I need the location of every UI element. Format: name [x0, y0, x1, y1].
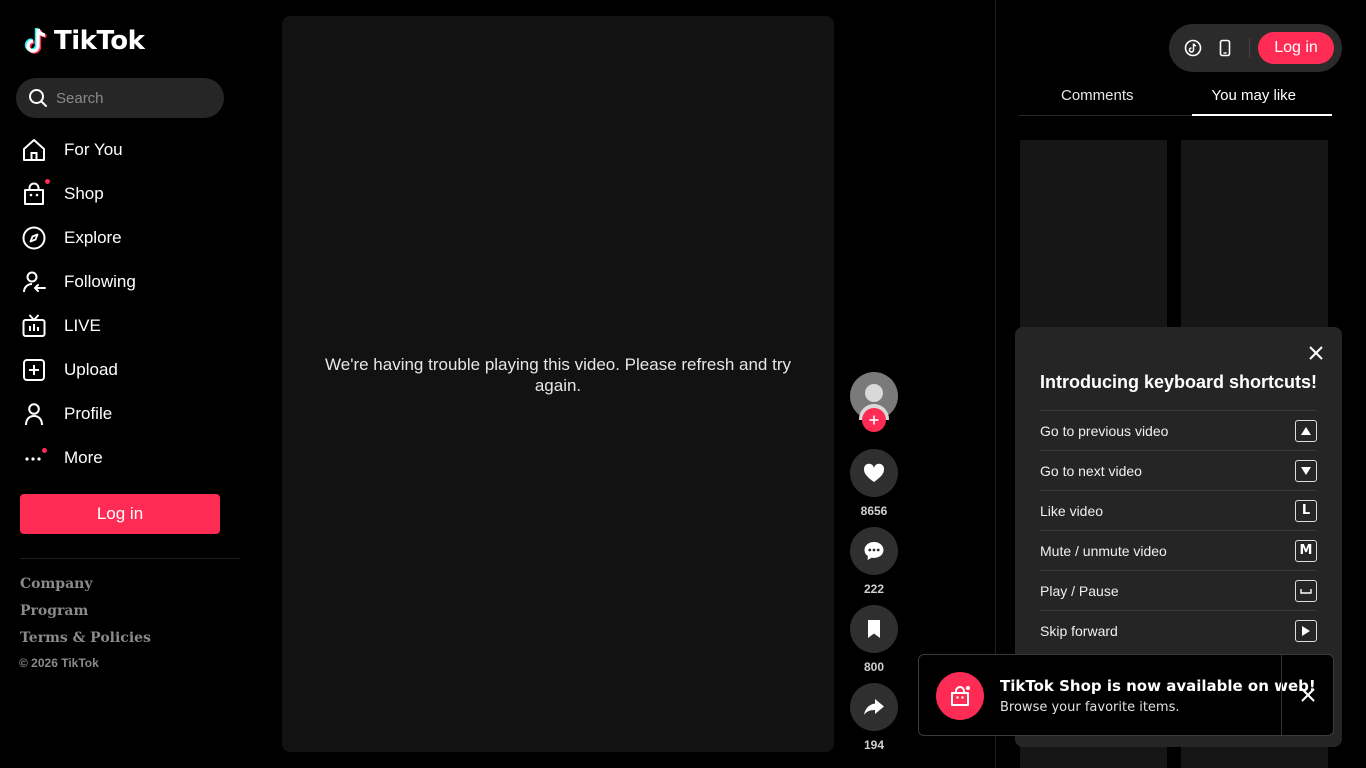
like-count: 8656	[860, 504, 888, 518]
share-count: 194	[863, 738, 885, 752]
recommended-video-thumbnail[interactable]	[1181, 140, 1328, 340]
footer-link-program[interactable]: Program	[20, 603, 151, 630]
close-icon[interactable]	[1308, 345, 1324, 361]
top-right-bar: Log in	[1169, 24, 1342, 72]
tab-you-may-like[interactable]: You may like	[1176, 80, 1333, 116]
side-tabs: Comments You may like	[1019, 80, 1332, 116]
shortcuts-list: Go to previous video Go to next video Li…	[1040, 410, 1317, 650]
save-button[interactable]	[850, 605, 898, 653]
nav-item-following[interactable]: Following	[20, 260, 230, 304]
nav-label: Shop	[64, 184, 104, 203]
like-action: 8656	[850, 449, 898, 518]
creator-avatar[interactable]	[850, 372, 898, 432]
main-nav: For You Shop Explore Following LIVE Uplo…	[20, 128, 230, 480]
close-icon[interactable]	[1300, 687, 1316, 703]
toast-subtitle: Browse your favorite items.	[1000, 700, 1180, 715]
l-key-icon: L	[1295, 499, 1317, 522]
search-box[interactable]	[16, 78, 224, 118]
like-button[interactable]	[850, 449, 898, 497]
search-input[interactable]	[56, 89, 206, 107]
comment-count: 222	[863, 582, 885, 596]
shortcut-row: Go to previous video	[1040, 410, 1317, 450]
down-arrow-key-icon	[1295, 459, 1317, 482]
copyright: © 2026 TikTok	[19, 656, 99, 670]
shortcut-row: Go to next video	[1040, 450, 1317, 490]
nav-item-more[interactable]: More	[20, 436, 230, 480]
shop-toast: TikTok Shop is now available on web! Bro…	[918, 654, 1334, 736]
shop-bag-icon	[936, 672, 984, 720]
video-actions: 8656 222 800 194	[850, 372, 898, 752]
more-dots-icon	[20, 444, 52, 472]
sidebar-divider	[20, 558, 240, 559]
live-tv-icon	[20, 312, 52, 340]
nav-label: More	[64, 448, 103, 467]
following-user-icon	[20, 268, 52, 296]
bookmark-icon	[868, 620, 880, 638]
nav-label: LIVE	[64, 316, 101, 335]
shortcut-label: Skip forward	[1040, 622, 1118, 639]
tab-comments[interactable]: Comments	[1019, 80, 1176, 115]
save-count: 800	[863, 660, 885, 674]
shortcut-label: Play / Pause	[1040, 582, 1119, 599]
toast-separator	[1281, 655, 1282, 735]
nav-label: Upload	[64, 360, 118, 379]
shortcut-label: Like video	[1040, 502, 1104, 519]
search-icon	[29, 89, 47, 107]
nav-item-live[interactable]: LIVE	[20, 304, 230, 348]
video-error-message: We're having trouble playing this video.…	[325, 355, 791, 395]
share-action: 194	[850, 683, 898, 752]
nav-item-shop[interactable]: Shop	[20, 172, 230, 216]
shop-bag-icon	[20, 179, 52, 208]
shortcuts-title: Introducing keyboard shortcuts!	[1040, 372, 1318, 392]
follow-plus-icon[interactable]	[862, 408, 886, 432]
nav-item-upload[interactable]: Upload	[20, 348, 230, 392]
profile-icon	[20, 400, 52, 428]
panel-divider	[995, 0, 996, 768]
footer-links: Company Program Terms & Policies	[20, 576, 151, 657]
comment-bubble-icon	[864, 542, 884, 560]
video-player[interactable]: We're having trouble playing this video.…	[282, 16, 834, 752]
footer-link-terms[interactable]: Terms & Policies	[20, 630, 151, 657]
nav-item-profile[interactable]: Profile	[20, 392, 230, 436]
nav-item-explore[interactable]: Explore	[20, 216, 230, 260]
nav-label: Following	[64, 272, 136, 291]
shortcut-label: Mute / unmute video	[1040, 542, 1167, 559]
up-arrow-key-icon	[1295, 419, 1317, 442]
footer-link-company[interactable]: Company	[20, 576, 151, 603]
shortcut-label: Go to previous video	[1040, 422, 1169, 439]
shortcut-label: Go to next video	[1040, 462, 1142, 479]
shortcut-row: Like video L	[1040, 490, 1317, 530]
topbar-login-button[interactable]: Log in	[1258, 32, 1334, 64]
shortcut-row: Skip forward	[1040, 610, 1317, 650]
toast-title: TikTok Shop is now available on web!	[1000, 677, 1316, 695]
compass-icon	[20, 224, 52, 252]
right-arrow-key-icon	[1295, 619, 1317, 642]
nav-label: Profile	[64, 404, 113, 423]
upload-plus-icon	[20, 356, 52, 384]
shortcut-row: Play / Pause	[1040, 570, 1317, 610]
sidebar: TikTok For You Shop Explore	[0, 0, 240, 768]
nav-label: Explore	[64, 228, 122, 247]
tiktok-coin-icon[interactable]	[1183, 38, 1203, 58]
save-action: 800	[850, 605, 898, 674]
share-button[interactable]	[850, 683, 898, 731]
space-key-icon	[1295, 579, 1317, 602]
mobile-phone-icon[interactable]	[1215, 38, 1235, 58]
sidebar-login-button[interactable]: Log in	[20, 494, 220, 534]
share-arrow-icon	[864, 699, 884, 715]
tiktok-logo[interactable]: TikTok	[24, 26, 145, 56]
heart-icon	[863, 463, 885, 482]
home-icon	[20, 136, 52, 164]
logo-wordmark: TikTok	[54, 26, 145, 56]
comment-button[interactable]	[850, 527, 898, 575]
nav-item-for-you[interactable]: For You	[20, 128, 230, 172]
tiktok-logo-icon	[24, 27, 47, 54]
shortcut-row: Mute / unmute video M	[1040, 530, 1317, 570]
recommended-video-thumbnail[interactable]	[1020, 140, 1167, 340]
topbar-separator	[1249, 38, 1250, 58]
m-key-icon: M	[1295, 539, 1317, 562]
nav-label: For You	[64, 140, 123, 159]
comment-action: 222	[850, 527, 898, 596]
